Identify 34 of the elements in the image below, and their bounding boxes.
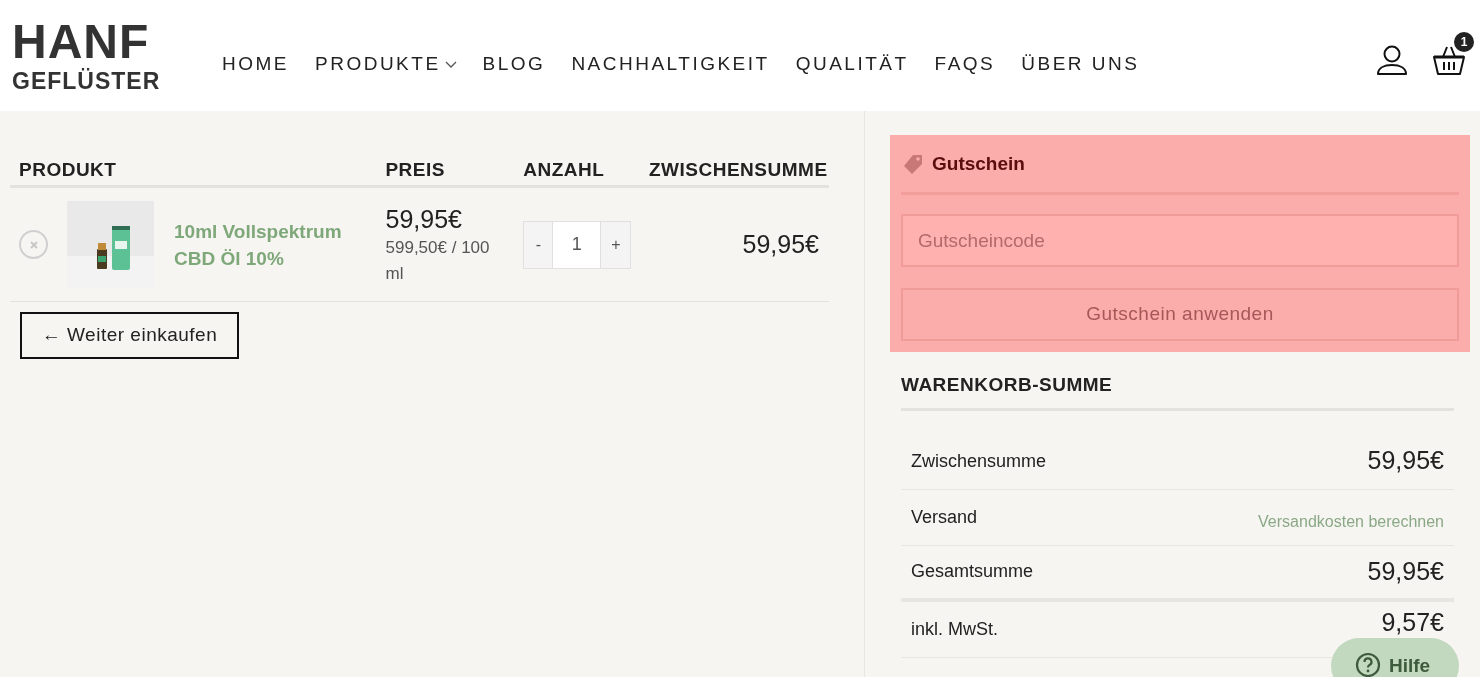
help-button[interactable]: Hilfe — [1331, 638, 1459, 677]
coupon-code-field[interactable]: Gutscheincode — [901, 214, 1459, 267]
coupon-title: Gutschein — [932, 151, 1025, 176]
nav-link[interactable]: QUALITÄT — [795, 50, 909, 79]
tag-icon — [903, 153, 924, 175]
subtotal: 59,95€ — [741, 228, 820, 260]
logo-subtext: GEFLÜSTER — [12, 70, 162, 93]
logo[interactable]: HANF GEFLÜSTER — [0, 18, 210, 93]
cart-count-badge: 1 — [1454, 31, 1474, 52]
close-icon — [29, 240, 38, 249]
column-header: ANZAHL — [523, 157, 606, 182]
nav-link[interactable]: PRODUKTE — [315, 50, 457, 79]
continue-shopping-button[interactable]: ← Weiter einkaufen — [20, 312, 239, 359]
unit-price: 599,50€ / 100 ml — [385, 236, 491, 285]
total-value: 9,57€ — [1381, 607, 1444, 639]
help-icon — [1355, 652, 1381, 677]
total-label: inkl. MwSt. — [911, 617, 998, 641]
nav-link[interactable]: BLOG — [482, 50, 546, 79]
column-header: PRODUKT — [18, 157, 118, 182]
total-label: Zwischensumme — [911, 449, 1047, 473]
total-label: Gesamtsumme — [911, 560, 1034, 583]
nav-link[interactable]: ÜBER UNS — [1021, 50, 1140, 79]
nav-link[interactable]: NACHHALTIGKEIT — [571, 50, 770, 79]
user-icon[interactable] — [1376, 43, 1408, 76]
total-value: 59,95€ — [1367, 555, 1444, 587]
column-header: ZWISCHENSUMME — [649, 157, 829, 182]
price: 59,95€ — [385, 203, 463, 235]
total-label: Versand — [911, 505, 978, 529]
total-value: 59,95€ — [1367, 445, 1444, 477]
totals-title: WARENKORB-SUMME — [901, 371, 1454, 411]
nav-link[interactable]: HOME — [222, 50, 289, 79]
nav-link[interactable]: FAQS — [934, 50, 996, 79]
logo-text: HANF — [12, 18, 151, 66]
column-header: PREIS — [385, 157, 446, 182]
